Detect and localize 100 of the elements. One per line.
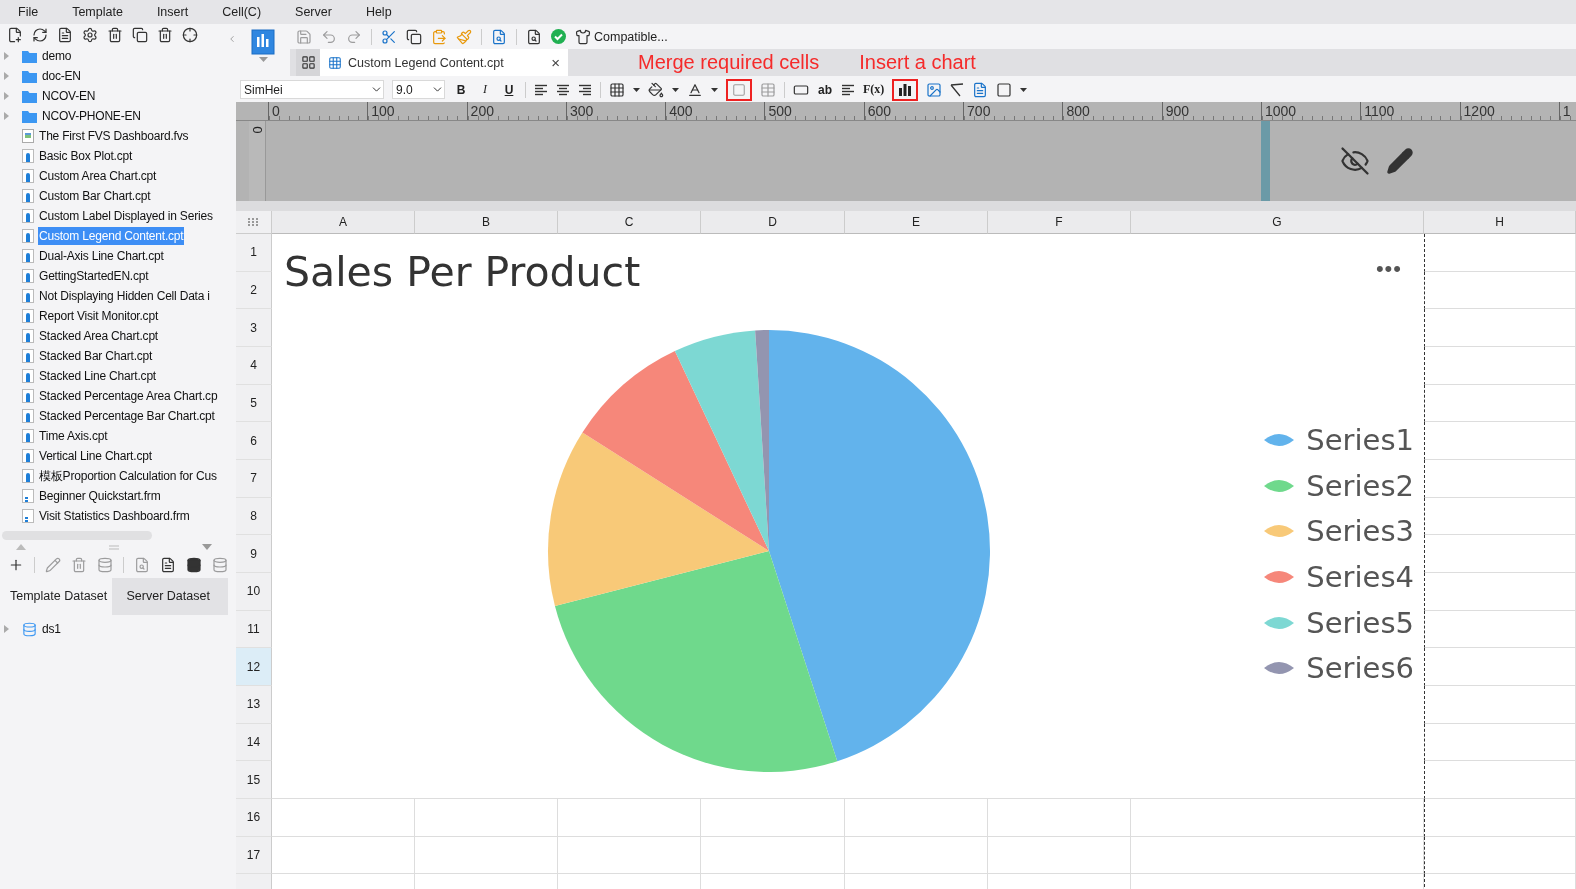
down-arrow-icon[interactable] (202, 544, 212, 550)
close-button[interactable]: × (551, 54, 560, 71)
check-icon[interactable] (551, 29, 566, 44)
dataset-tab[interactable]: Server Dataset (111, 578, 228, 615)
legend-label[interactable]: Series3 (1306, 514, 1414, 549)
row-header[interactable]: 13 (236, 685, 272, 724)
column-header[interactable]: F (988, 211, 1131, 234)
document-icon[interactable] (57, 27, 73, 43)
slash-line-icon[interactable] (950, 82, 965, 97)
save-icon[interactable] (296, 28, 312, 45)
tree-item[interactable]: The First FVS Dashboard.fvs (38, 127, 190, 145)
sheet-icon[interactable] (328, 55, 342, 70)
document-tab[interactable]: Custom Legend Content.cpt (348, 55, 504, 70)
copy-icon[interactable] (132, 27, 148, 43)
tree-item[interactable]: Not Displaying Hidden Cell Data i (38, 287, 211, 305)
column-header[interactable]: C (558, 211, 701, 234)
undo-icon[interactable] (321, 28, 337, 45)
tree-item[interactable]: demo (41, 47, 73, 65)
legend-label[interactable]: Series1 (1306, 422, 1414, 457)
align-left-icon[interactable] (534, 83, 548, 96)
row-header[interactable]: 11 (236, 610, 272, 649)
tree-item[interactable]: Custom Bar Chart.cpt (38, 187, 152, 205)
formula-button[interactable]: F(x) (863, 82, 885, 97)
tree-item[interactable]: Time Axis.cpt (38, 427, 109, 445)
row-header[interactable]: 7 (236, 459, 272, 498)
tree-item[interactable]: Beginner Quickstart.frm (38, 487, 162, 505)
legend-label[interactable]: Series4 (1306, 559, 1414, 594)
tree-item[interactable]: Stacked Area Chart.cpt (38, 327, 159, 345)
tree-item[interactable]: Custom Label Displayed in Series (38, 207, 214, 225)
font-color-icon[interactable] (687, 81, 703, 98)
italic-button[interactable]: I (477, 82, 493, 97)
page-marker[interactable] (1261, 121, 1270, 201)
bold-button[interactable]: B (453, 82, 469, 97)
eye-off-icon[interactable] (1340, 146, 1370, 176)
menu-item[interactable]: Help (365, 5, 392, 19)
add-sheet-icon[interactable] (300, 55, 316, 70)
legend-label[interactable]: Series2 (1306, 468, 1414, 503)
row-header[interactable]: 1 (236, 234, 272, 272)
tree-item[interactable]: Basic Box Plot.cpt (38, 147, 134, 165)
column-header[interactable]: B (415, 211, 558, 234)
row-header[interactable]: 5 (236, 384, 272, 423)
tree-item[interactable]: Stacked Line Chart.cpt (38, 367, 157, 385)
align-center-icon[interactable] (556, 83, 570, 96)
gear-icon[interactable] (82, 27, 98, 43)
row-header[interactable]: 2 (236, 271, 272, 310)
locate-icon[interactable] (182, 27, 198, 43)
column-header[interactable]: H (1424, 211, 1576, 234)
row-header[interactable]: 8 (236, 497, 272, 536)
caret-icon[interactable] (633, 87, 640, 92)
bar-chart-icon[interactable] (898, 83, 913, 96)
tree-item[interactable]: doc-EN (41, 67, 82, 85)
tree-item[interactable]: GettingStartedEN.cpt (38, 267, 150, 285)
pencil-icon[interactable] (1386, 147, 1414, 175)
font-select[interactable]: SimHei (240, 80, 384, 99)
chart-search-icon[interactable] (526, 28, 542, 45)
row-header[interactable]: 9 (236, 535, 272, 573)
trash-icon[interactable] (157, 27, 173, 43)
caret-icon[interactable] (672, 87, 679, 92)
row-header[interactable]: 15 (236, 761, 272, 799)
column-header[interactable]: A (272, 211, 415, 234)
menu-item[interactable]: File (18, 5, 39, 19)
merge-cells-icon[interactable] (732, 82, 746, 97)
tree-item[interactable]: 模板Proportion Calculation for Cus (38, 465, 218, 487)
row-header[interactable]: 3 (236, 309, 272, 347)
tree-item[interactable]: NCOV-PHONE-EN (41, 107, 142, 125)
tree-item[interactable]: Stacked Percentage Bar Chart.cpt (38, 407, 216, 425)
font-size-select[interactable]: 9.0 (392, 80, 445, 99)
legend-label[interactable]: Series6 (1306, 651, 1414, 686)
row-header[interactable]: 10 (236, 572, 272, 611)
row-header[interactable]: 6 (236, 422, 272, 460)
tree-item[interactable]: Stacked Percentage Area Chart.cp (38, 387, 219, 405)
database-icon[interactable] (186, 557, 202, 573)
column-header[interactable]: G (1131, 211, 1424, 234)
preview-icon[interactable] (491, 28, 507, 45)
more-menu[interactable]: ••• (1375, 256, 1402, 282)
add-icon[interactable] (8, 557, 24, 573)
shirt-icon[interactable] (575, 28, 591, 45)
image-icon[interactable] (926, 81, 943, 98)
merge-cells-button[interactable] (726, 78, 752, 101)
tree-item[interactable]: Vertical Line Chart.cpt (38, 447, 153, 465)
row-header[interactable]: 16 (236, 798, 272, 837)
legend-label[interactable]: Series5 (1306, 605, 1414, 640)
column-header[interactable]: E (845, 211, 988, 234)
tree-item[interactable]: Report Visit Monitor.cpt (38, 307, 160, 325)
align-icon[interactable] (841, 83, 855, 96)
tree-item[interactable]: NCOV-EN (41, 87, 97, 105)
trash-icon[interactable] (107, 27, 123, 43)
tree-item[interactable]: Custom Area Chart.cpt (38, 167, 158, 185)
preview-icon[interactable] (134, 557, 150, 573)
column-header[interactable]: D (701, 211, 845, 234)
insert-chart-button[interactable] (892, 78, 919, 101)
menu-item[interactable]: Insert (156, 5, 189, 19)
tree-item[interactable]: Visit Statistics Dashboard.frm (38, 507, 191, 525)
align-right-icon[interactable] (578, 83, 592, 96)
drag-handle-icon[interactable] (109, 544, 119, 550)
row-header[interactable]: 17 (236, 836, 272, 875)
fill-color-icon[interactable] (648, 81, 664, 98)
copy-icon[interactable] (406, 28, 422, 45)
scissors-icon[interactable] (381, 28, 397, 45)
menu-item[interactable]: Cell(C) (222, 5, 262, 19)
